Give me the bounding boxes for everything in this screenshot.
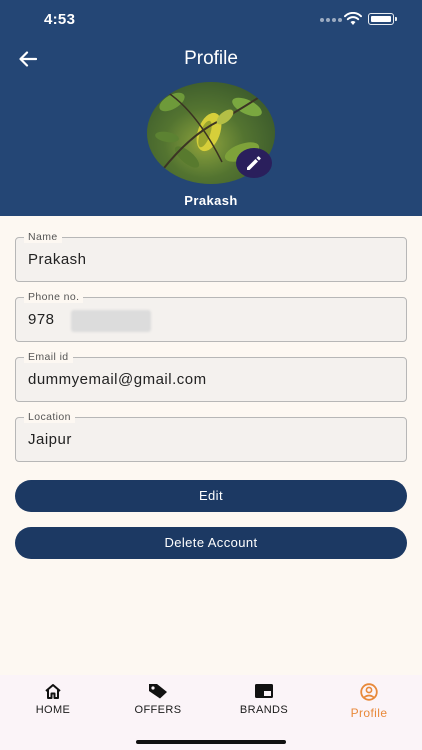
phone-field[interactable]: Phone no. 978	[15, 291, 407, 342]
profile-header: 4:53 Profile Prakash	[0, 0, 422, 216]
name-field[interactable]: Name Prakash	[15, 231, 407, 282]
phone-field-value: 978	[28, 311, 55, 328]
edit-photo-button[interactable]	[236, 148, 272, 178]
tab-home-label: HOME	[35, 704, 71, 716]
cellular-signal-icon	[320, 18, 342, 22]
brands-icon	[255, 684, 273, 698]
battery-icon	[368, 13, 397, 25]
profile-icon	[360, 683, 378, 701]
phone-field-label: Phone no.	[24, 291, 84, 303]
email-field-value: dummyemail@gmail.com	[28, 371, 207, 388]
location-field-value: Jaipur	[28, 431, 72, 448]
name-field-value: Prakash	[28, 251, 87, 268]
bottom-tab-bar: HOME OFFERS BRANDS Profile	[0, 675, 422, 750]
tab-brands-label: BRANDS	[239, 704, 289, 716]
tab-home[interactable]: HOME	[8, 683, 98, 716]
tab-offers-label: OFFERS	[134, 704, 182, 716]
name-field-label: Name	[24, 231, 62, 243]
phone-redaction	[71, 310, 151, 332]
page-title: Profile	[184, 48, 238, 69]
email-field-label: Email id	[24, 351, 73, 363]
tab-profile-label: Profile	[350, 706, 388, 720]
location-field[interactable]: Location Jaipur	[15, 411, 407, 462]
tag-icon	[149, 684, 167, 699]
pencil-icon	[247, 156, 261, 170]
status-bar: 4:53	[0, 0, 422, 40]
wifi-icon	[344, 12, 362, 25]
home-indicator	[136, 740, 286, 744]
edit-button[interactable]: Edit	[15, 480, 407, 512]
home-icon	[45, 684, 61, 699]
email-field[interactable]: Email id dummyemail@gmail.com	[15, 351, 407, 402]
delete-account-button[interactable]: Delete Account	[15, 527, 407, 559]
profile-name: Prakash	[184, 193, 238, 208]
tab-profile[interactable]: Profile	[324, 683, 414, 720]
tab-offers[interactable]: OFFERS	[113, 683, 203, 716]
status-time: 4:53	[44, 11, 76, 28]
tab-brands[interactable]: BRANDS	[219, 683, 309, 716]
location-field-label: Location	[24, 411, 75, 423]
